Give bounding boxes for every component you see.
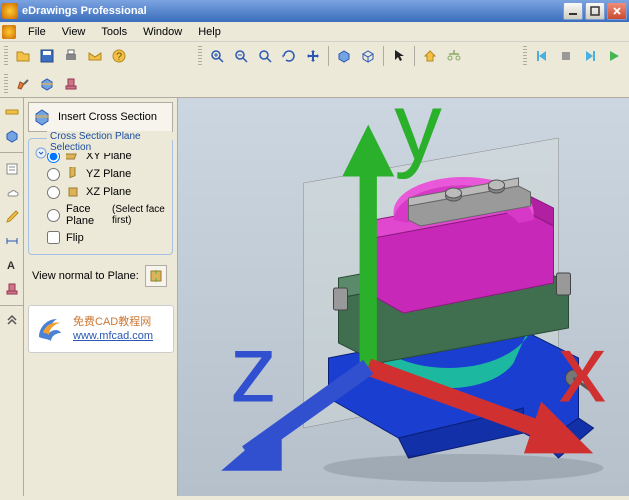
face-plane-option[interactable]: Face Plane (Select face first) bbox=[47, 203, 166, 227]
side-panel: Insert Cross Section Cross Section Plane… bbox=[24, 98, 178, 496]
stop-button[interactable] bbox=[555, 45, 577, 67]
toolbar-grip[interactable] bbox=[198, 46, 202, 66]
send-button[interactable] bbox=[84, 45, 106, 67]
rotate-button[interactable] bbox=[278, 45, 300, 67]
measure-tool[interactable] bbox=[2, 102, 22, 122]
panel-header: Insert Cross Section bbox=[28, 102, 173, 132]
orientation-triad: y x z bbox=[186, 98, 629, 488]
zoom-fit-button[interactable] bbox=[254, 45, 276, 67]
watermark-line2: www.mfcad.com bbox=[73, 329, 153, 343]
watermark-line1: 免费CAD教程网 bbox=[73, 315, 153, 329]
section-toolbar-button[interactable] bbox=[36, 73, 58, 95]
select-button[interactable] bbox=[388, 45, 410, 67]
zoom-in-button[interactable] bbox=[206, 45, 228, 67]
pan-button[interactable] bbox=[302, 45, 324, 67]
view-normal-label: View normal to Plane: bbox=[32, 270, 139, 282]
text-tool[interactable]: A bbox=[2, 255, 22, 275]
watermark-logo-icon bbox=[33, 311, 69, 347]
stamp-tool[interactable] bbox=[2, 279, 22, 299]
flip-option[interactable]: Flip bbox=[47, 231, 166, 244]
menu-file[interactable]: File bbox=[20, 24, 54, 40]
yz-plane-icon bbox=[66, 167, 80, 181]
cross-section-icon bbox=[32, 106, 54, 128]
svg-text:y: y bbox=[394, 98, 442, 180]
menu-view[interactable]: View bbox=[54, 24, 94, 40]
shaded-button[interactable] bbox=[333, 45, 355, 67]
title-bar: eDrawings Professional bbox=[0, 0, 629, 22]
xz-plane-label: XZ Plane bbox=[86, 186, 131, 198]
xz-plane-icon bbox=[66, 185, 80, 199]
window-title: eDrawings Professional bbox=[22, 5, 561, 17]
open-button[interactable] bbox=[12, 45, 34, 67]
close-button[interactable] bbox=[607, 2, 627, 20]
first-button[interactable] bbox=[531, 45, 553, 67]
view-normal-row: View normal to Plane: bbox=[28, 265, 173, 287]
toolbar-separator bbox=[328, 46, 329, 66]
yz-plane-option[interactable]: YZ Plane bbox=[47, 167, 166, 181]
next-button[interactable] bbox=[579, 45, 601, 67]
menu-help[interactable]: Help bbox=[190, 24, 229, 40]
view-toolbar bbox=[194, 42, 469, 70]
menu-tools[interactable]: Tools bbox=[93, 24, 135, 40]
svg-text:x: x bbox=[559, 316, 607, 422]
help-button[interactable]: ? bbox=[108, 45, 130, 67]
xz-plane-option[interactable]: XZ Plane bbox=[47, 185, 166, 199]
home-button[interactable] bbox=[419, 45, 441, 67]
toolbar-separator bbox=[383, 46, 384, 66]
group-title: Cross Section Plane Selection bbox=[47, 131, 172, 153]
markup-button[interactable] bbox=[12, 73, 34, 95]
svg-text:A: A bbox=[7, 260, 15, 272]
print-button[interactable] bbox=[60, 45, 82, 67]
dimension-tool[interactable] bbox=[2, 231, 22, 251]
mass-props-button[interactable] bbox=[443, 45, 465, 67]
minimize-button[interactable] bbox=[563, 2, 583, 20]
plane-selection-group: Cross Section Plane Selection XY Plane Y… bbox=[28, 138, 173, 255]
app-icon bbox=[2, 3, 18, 19]
yz-plane-label: YZ Plane bbox=[86, 168, 131, 180]
face-plane-radio[interactable] bbox=[47, 209, 60, 222]
toolbar-grip[interactable] bbox=[4, 74, 8, 94]
left-toolstrip: A bbox=[0, 98, 24, 496]
section-tool[interactable] bbox=[2, 126, 22, 146]
menu-app-icon bbox=[2, 25, 16, 39]
menu-window[interactable]: Window bbox=[135, 24, 190, 40]
xz-plane-radio[interactable] bbox=[47, 186, 60, 199]
zoom-out-button[interactable] bbox=[230, 45, 252, 67]
play-button[interactable] bbox=[603, 45, 625, 67]
expand-tool[interactable] bbox=[2, 312, 22, 332]
menu-bar: File View Tools Window Help bbox=[0, 22, 629, 42]
toolbar-separator bbox=[414, 46, 415, 66]
panel-title: Insert Cross Section bbox=[58, 111, 157, 123]
main-toolbar: ? bbox=[0, 42, 134, 70]
pencil-tool[interactable] bbox=[2, 207, 22, 227]
collapse-icon[interactable] bbox=[35, 147, 47, 159]
play-toolbar bbox=[519, 42, 629, 70]
watermark-badge: 免费CAD教程网 www.mfcad.com bbox=[28, 305, 174, 353]
face-plane-note: (Select face first) bbox=[112, 204, 166, 226]
maximize-button[interactable] bbox=[585, 2, 605, 20]
view-normal-button[interactable] bbox=[145, 265, 167, 287]
svg-text:?: ? bbox=[116, 51, 122, 63]
toolbar-grip[interactable] bbox=[523, 46, 527, 66]
3d-viewport[interactable]: y x z bbox=[178, 98, 629, 496]
face-plane-label: Face Plane bbox=[66, 203, 106, 227]
secondary-toolbar bbox=[0, 70, 629, 98]
flip-checkbox[interactable] bbox=[47, 231, 60, 244]
flip-label: Flip bbox=[66, 232, 84, 244]
cloud-tool[interactable] bbox=[2, 183, 22, 203]
toolbar-grip[interactable] bbox=[4, 46, 8, 66]
svg-text:z: z bbox=[230, 316, 278, 422]
save-button[interactable] bbox=[36, 45, 58, 67]
note-tool[interactable] bbox=[2, 159, 22, 179]
stamp-button[interactable] bbox=[60, 73, 82, 95]
perspective-button[interactable] bbox=[357, 45, 379, 67]
yz-plane-radio[interactable] bbox=[47, 168, 60, 181]
